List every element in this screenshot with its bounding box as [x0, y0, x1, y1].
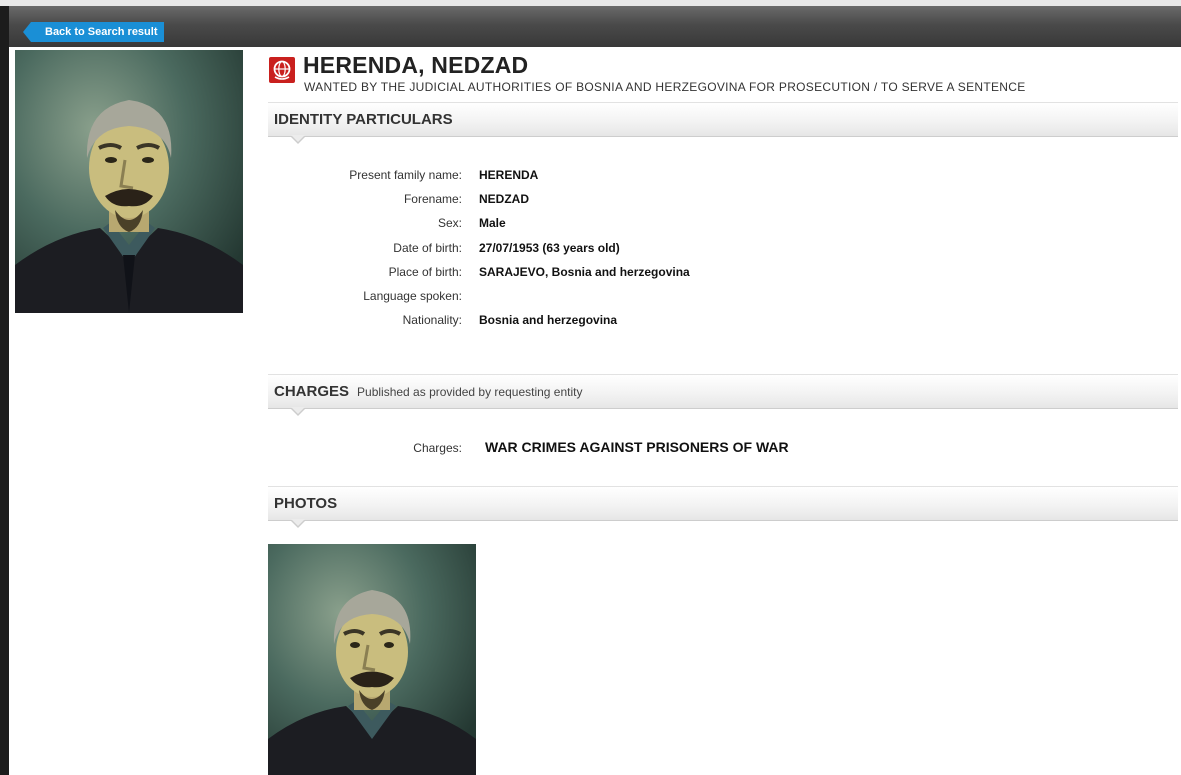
portrait-image	[15, 50, 243, 313]
field-value: SARAJEVO, Bosnia and herzegovina	[479, 264, 690, 279]
top-bar: Back to Search result	[9, 6, 1181, 47]
field-label: Place of birth:	[388, 264, 462, 279]
identity-particulars-header: IDENTITY PARTICULARS	[268, 102, 1178, 144]
charges-label: Charges:	[413, 441, 462, 455]
field-label: Date of birth:	[393, 240, 462, 255]
photos-section-title: PHOTOS	[274, 495, 338, 512]
charges-value: WAR CRIMES AGAINST PRISONERS OF WAR	[485, 439, 789, 455]
field-row-family-name: Present family name: HERENDA	[268, 164, 968, 188]
field-row-nationality: Nationality: Bosnia and herzegovina	[268, 309, 968, 333]
identity-section-title: IDENTITY PARTICULARS	[274, 111, 453, 128]
main-photo	[15, 50, 243, 313]
red-notice-icon	[269, 57, 295, 83]
field-value: HERENDA	[479, 168, 539, 182]
person-name-title: HERENDA, NEDZAD	[303, 52, 529, 78]
charges-header: CHARGES Published as provided by requesti…	[268, 374, 1178, 416]
field-row-sex: Sex: Male	[268, 212, 968, 236]
field-value: Male	[479, 216, 506, 231]
photo-thumbnail[interactable]	[268, 544, 476, 775]
field-value: Bosnia and herzegovina	[479, 313, 618, 328]
field-label: Forename:	[403, 192, 462, 207]
charges-section-note: Published as provided by requesting enti…	[357, 385, 583, 399]
field-row-place-of-birth: Place of birth: SARAJEVO, Bosnia and her…	[268, 261, 968, 285]
field-row-language-spoken: Language spoken:	[268, 285, 968, 309]
charges-section-title: CHARGES	[274, 383, 350, 400]
charges-row: Charges: WAR CRIMES AGAINST PRISONERS OF…	[268, 439, 1068, 459]
field-value: 27/07/1953 (63 years old)	[479, 240, 620, 255]
field-label: Language spoken:	[363, 288, 462, 303]
left-border	[0, 6, 9, 775]
field-row-date-of-birth: Date of birth: 27/07/1953 (63 years old)	[268, 237, 968, 261]
identity-fields: Present family name: HERENDA Forename: N…	[268, 164, 968, 333]
field-label: Present family name:	[349, 168, 462, 182]
wanted-subtitle: WANTED BY THE JUDICIAL AUTHORITIES OF BO…	[304, 80, 1026, 94]
back-to-search-button[interactable]: Back to Search result	[23, 22, 164, 42]
photos-header: PHOTOS	[268, 486, 1178, 528]
portrait-thumbnail-image	[268, 544, 476, 775]
field-row-forename: Forename: NEDZAD	[268, 188, 968, 212]
field-value: NEDZAD	[479, 192, 529, 207]
field-label: Nationality:	[402, 313, 462, 328]
field-label: Sex:	[437, 216, 462, 231]
